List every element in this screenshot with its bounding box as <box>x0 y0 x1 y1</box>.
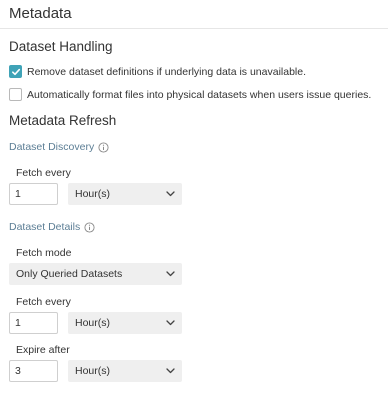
chevron-down-icon <box>166 271 175 277</box>
auto-format-checkbox[interactable] <box>9 88 22 101</box>
expire-after-unit-value: Hour(s) <box>75 365 111 377</box>
discovery-fetch-every-input[interactable]: 1 <box>9 183 58 205</box>
details-fetch-unit-value: Hour(s) <box>75 317 111 329</box>
panel-title: Metadata <box>9 5 72 22</box>
details-fetch-unit-select[interactable]: Hour(s) <box>68 312 182 334</box>
fetch-mode-value: Only Queried Datasets <box>16 268 123 280</box>
dataset-details-title: Dataset Details <box>9 221 95 233</box>
info-icon[interactable] <box>98 141 109 153</box>
discovery-fetch-unit-select[interactable]: Hour(s) <box>68 183 182 205</box>
remove-definitions-label: Remove dataset definitions if underlying… <box>27 65 307 78</box>
metadata-settings-panel: Metadata Dataset Handling Remove dataset… <box>0 0 388 397</box>
expire-after-unit-select[interactable]: Hour(s) <box>68 360 182 382</box>
discovery-fetch-every-label: Fetch every <box>16 167 71 179</box>
auto-format-label: Automatically format files into physical… <box>27 88 372 101</box>
metadata-refresh-heading: Metadata Refresh <box>9 113 117 128</box>
details-fetch-every-input[interactable]: 1 <box>9 312 58 334</box>
expire-after-input[interactable]: 3 <box>9 360 58 382</box>
details-fetch-every-label: Fetch every <box>16 296 71 308</box>
check-icon <box>11 68 20 75</box>
chevron-down-icon <box>166 368 175 374</box>
title-divider <box>0 28 388 29</box>
fetch-mode-label: Fetch mode <box>16 247 72 259</box>
dataset-discovery-title: Dataset Discovery <box>9 141 109 153</box>
dataset-details-label: Dataset Details <box>9 221 81 233</box>
discovery-fetch-unit-value: Hour(s) <box>75 188 111 200</box>
remove-definitions-option[interactable]: Remove dataset definitions if underlying… <box>9 65 306 78</box>
dataset-discovery-label: Dataset Discovery <box>9 141 95 153</box>
remove-definitions-checkbox[interactable] <box>9 65 22 78</box>
chevron-down-icon <box>166 320 175 326</box>
dataset-handling-heading: Dataset Handling <box>9 39 113 54</box>
auto-format-option[interactable]: Automatically format files into physical… <box>9 88 371 101</box>
chevron-down-icon <box>166 191 175 197</box>
fetch-mode-select[interactable]: Only Queried Datasets <box>9 263 182 285</box>
expire-after-label: Expire after <box>16 344 70 356</box>
info-icon[interactable] <box>84 221 95 233</box>
